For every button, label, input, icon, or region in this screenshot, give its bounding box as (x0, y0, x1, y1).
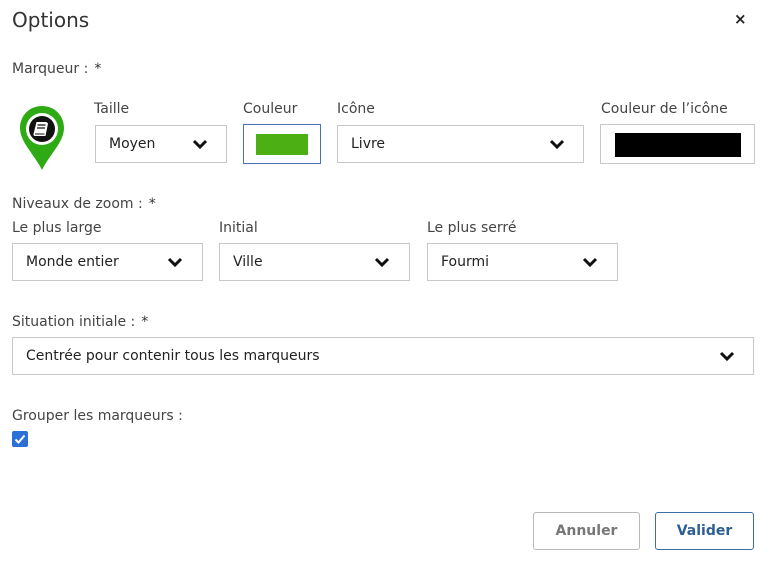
marker-color-picker[interactable] (243, 124, 321, 164)
validate-button[interactable]: Valider (655, 512, 754, 550)
color-label: Couleur (243, 101, 298, 117)
zoom-tightest-label: Le plus serré (427, 220, 517, 236)
initial-position-value: Centrée pour contenir tous les marqueurs (26, 348, 320, 364)
chevron-down-icon (192, 139, 208, 150)
marker-color-swatch (256, 134, 308, 155)
zoom-tightest-select[interactable]: Fourmi (427, 243, 618, 281)
marker-label: Marqueur : (12, 61, 89, 77)
dialog-title: Options (12, 8, 90, 32)
chevron-down-icon (374, 257, 390, 268)
initial-position-label: Situation initiale : (12, 314, 136, 330)
size-select[interactable]: Moyen (95, 125, 227, 163)
marker-section-label: Marqueur : * (12, 61, 101, 77)
initial-position-select[interactable]: Centrée pour contenir tous les marqueurs (12, 337, 754, 375)
icon-color-label: Couleur de l’icône (601, 101, 728, 117)
map-marker-preview (20, 106, 64, 170)
initial-position-section-label: Situation initiale : * (12, 314, 148, 330)
grouping-label: Grouper les marqueurs : (12, 408, 183, 424)
grouping-checkbox[interactable] (12, 431, 28, 447)
checkmark-icon (14, 434, 26, 444)
zoom-label: Niveaux de zoom : (12, 196, 143, 212)
zoom-widest-select[interactable]: Monde entier (12, 243, 203, 281)
zoom-initial-value: Ville (233, 254, 263, 270)
icon-value: Livre (351, 136, 386, 152)
cancel-button[interactable]: Annuler (533, 512, 640, 550)
chevron-down-icon (719, 351, 735, 362)
zoom-tightest-value: Fourmi (441, 254, 490, 270)
chevron-down-icon (549, 139, 565, 150)
required-mark: * (148, 196, 156, 212)
zoom-section-label: Niveaux de zoom : * (12, 196, 156, 212)
chevron-down-icon (167, 257, 183, 268)
icon-color-swatch (615, 133, 741, 157)
size-label: Taille (94, 101, 130, 117)
zoom-initial-select[interactable]: Ville (219, 243, 410, 281)
options-dialog: Options × Marqueur : * Taille Moyen Coule… (0, 0, 765, 563)
required-mark: * (141, 314, 149, 330)
size-value: Moyen (109, 136, 156, 152)
icon-select[interactable]: Livre (337, 125, 584, 163)
icon-label: Icône (337, 101, 375, 117)
zoom-initial-label: Initial (219, 220, 258, 236)
close-icon[interactable]: × (734, 10, 747, 28)
icon-color-picker[interactable] (600, 124, 755, 164)
zoom-widest-label: Le plus large (12, 220, 102, 236)
chevron-down-icon (582, 257, 598, 268)
zoom-widest-value: Monde entier (26, 254, 119, 270)
required-mark: * (94, 61, 102, 77)
